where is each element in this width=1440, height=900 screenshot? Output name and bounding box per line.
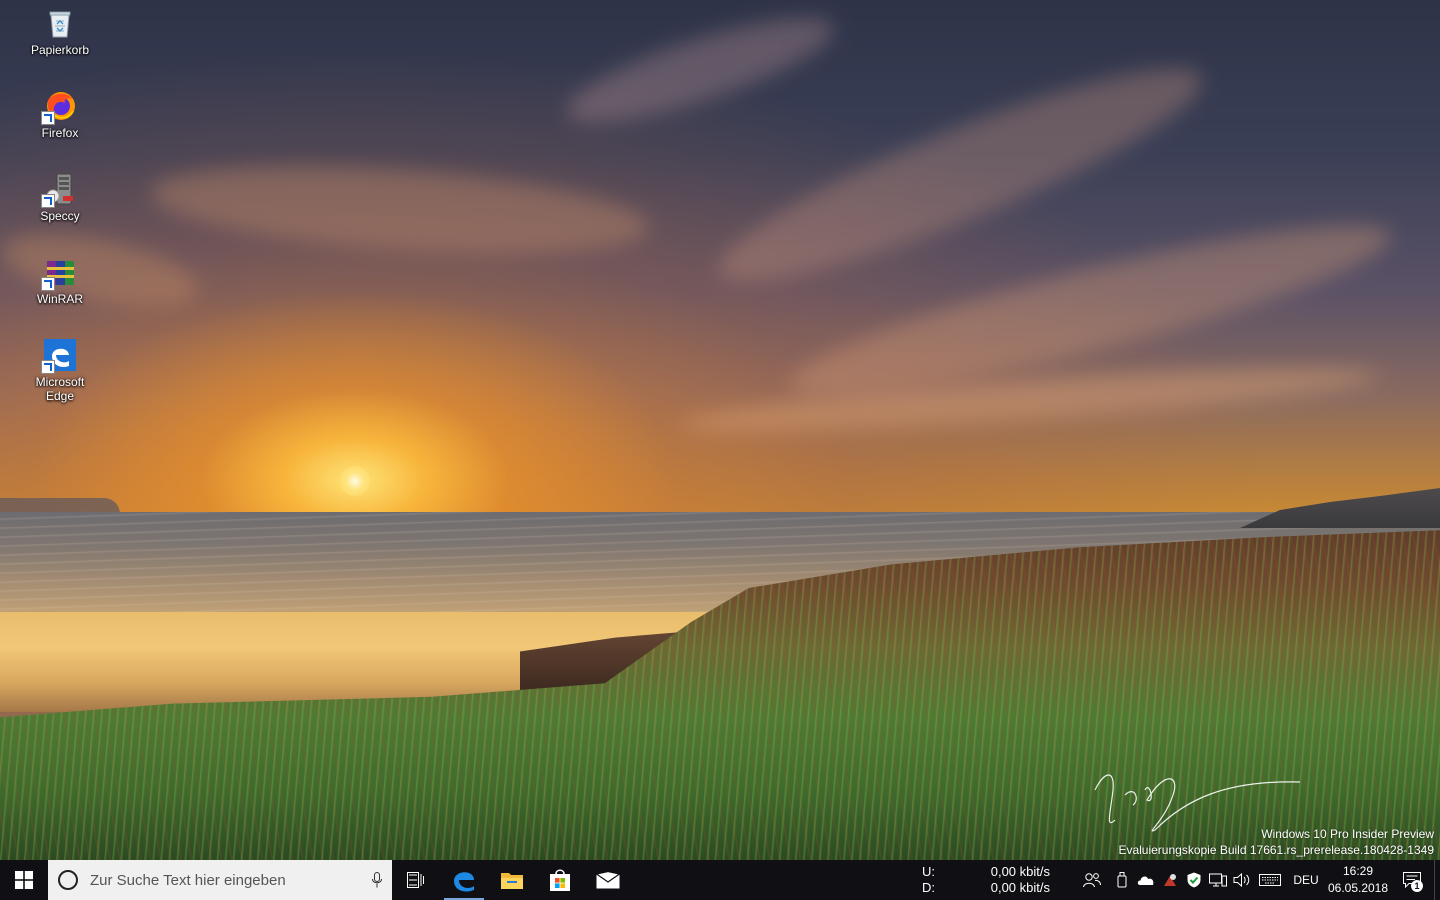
taskbar-app-file-explorer[interactable] [488, 860, 536, 900]
upload-rate-row: U: 0,00 kbit/s [922, 864, 1050, 880]
desktop-icon-label: Microsoft Edge [35, 375, 85, 403]
edge-icon [41, 338, 77, 374]
tray-app-icon [1164, 874, 1176, 886]
microphone-icon[interactable] [372, 872, 382, 888]
shield-icon [1187, 872, 1201, 888]
network-icon [1209, 873, 1227, 887]
tray-keyboard[interactable] [1254, 860, 1286, 900]
recycle-bin-icon [43, 6, 77, 40]
desktop-icon-label: Papierkorb [30, 43, 90, 57]
network-monitor[interactable]: U: 0,00 kbit/s D: 0,00 kbit/s [922, 860, 1050, 900]
search-input[interactable]: Zur Suche Text hier eingeben [90, 872, 372, 889]
desktop-icon-firefox[interactable]: Firefox [20, 89, 100, 140]
shortcut-arrow-icon [41, 194, 55, 208]
cortana-icon [58, 870, 78, 890]
firefox-icon [41, 89, 77, 125]
upload-label: U: [922, 864, 935, 879]
desktop-icon-label: WinRAR [36, 292, 83, 306]
volume-icon [1233, 872, 1250, 888]
taskbar-app-store[interactable] [536, 860, 584, 900]
mail-icon [596, 871, 620, 889]
tray-volume[interactable] [1230, 860, 1254, 900]
download-value: 0,00 kbit/s [990, 880, 1050, 895]
desktop-icon-speccy[interactable]: Speccy [20, 172, 100, 223]
tray-network[interactable] [1206, 860, 1230, 900]
shortcut-arrow-icon [41, 360, 55, 374]
action-center-button[interactable]: 1 [1390, 860, 1434, 900]
taskbar-app-edge[interactable] [440, 860, 488, 900]
people-icon [1083, 873, 1101, 888]
edge-icon [454, 872, 474, 892]
windows-logo-icon [15, 871, 33, 889]
desktop-icon-winrar[interactable]: WinRAR [20, 255, 100, 306]
clock[interactable]: 16:29 06.05.2018 [1326, 863, 1390, 897]
watermark-build: Evaluierungskopie Build 17661.rs_prerele… [1118, 843, 1434, 857]
file-explorer-icon [501, 873, 523, 889]
system-tray: U: 0,00 kbit/s D: 0,00 kbit/s DEU 16:29 … [922, 860, 1440, 900]
desktop-icon-label: Firefox [41, 126, 79, 140]
download-label: D: [922, 880, 935, 895]
winrar-icon [41, 255, 77, 291]
desktop-icon-recycle-bin[interactable]: Papierkorb [20, 6, 100, 57]
desktop-icon-edge[interactable]: Microsoft Edge [20, 338, 100, 403]
notification-count-badge: 1 [1411, 880, 1423, 892]
wallpaper-sun [340, 466, 370, 496]
tray-app[interactable] [1158, 860, 1182, 900]
usb-drive-icon [1117, 872, 1127, 888]
tray-usb[interactable] [1110, 860, 1134, 900]
shortcut-arrow-icon [41, 111, 55, 125]
tray-security[interactable] [1182, 860, 1206, 900]
touch-keyboard-icon [1259, 874, 1281, 886]
build-watermark: Windows 10 Pro Insider Preview Evaluieru… [1118, 826, 1434, 858]
watermark-edition: Windows 10 Pro Insider Preview [1261, 827, 1434, 841]
start-button[interactable] [0, 860, 48, 900]
task-view-button[interactable] [392, 860, 440, 900]
speccy-icon [41, 172, 77, 208]
show-desktop-button[interactable] [1434, 860, 1440, 900]
input-language-indicator[interactable]: DEU [1286, 873, 1326, 887]
search-box[interactable]: Zur Suche Text hier eingeben [48, 860, 392, 900]
taskbar: Zur Suche Text hier eingeben U: 0,00 kbi… [0, 860, 1440, 900]
clock-date: 06.05.2018 [1327, 881, 1389, 895]
shortcut-arrow-icon [41, 277, 55, 291]
people-button[interactable] [1074, 860, 1110, 900]
tray-onedrive[interactable] [1134, 860, 1158, 900]
taskbar-app-mail[interactable] [584, 860, 632, 900]
upload-value: 0,00 kbit/s [990, 864, 1050, 879]
desktop-icon-label: Speccy [40, 209, 80, 223]
onedrive-icon [1137, 876, 1154, 885]
task-view-icon [407, 872, 424, 888]
desktop-wallpaper [0, 0, 1440, 860]
store-icon [550, 869, 570, 891]
download-rate-row: D: 0,00 kbit/s [922, 880, 1050, 896]
clock-time: 16:29 [1342, 864, 1374, 878]
